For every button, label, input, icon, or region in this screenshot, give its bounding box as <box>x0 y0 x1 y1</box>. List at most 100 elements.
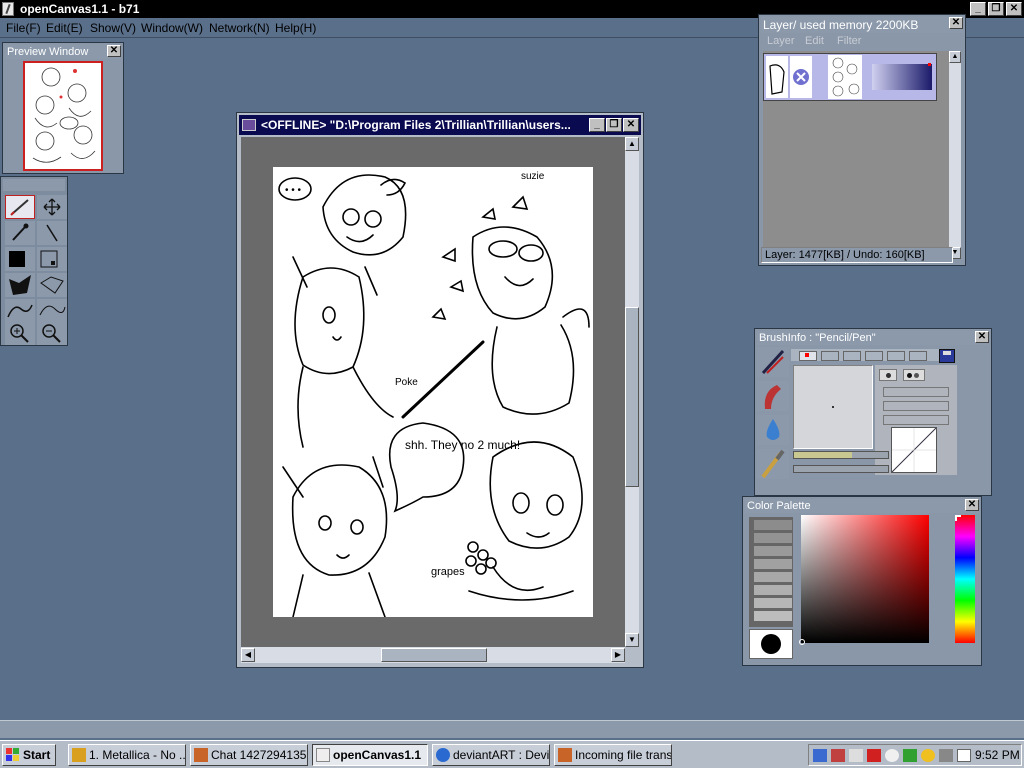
color-window-title[interactable]: Color Palette <box>745 499 979 513</box>
vertical-scrollbar[interactable]: ▲ ▼ <box>625 137 639 647</box>
grey-swatch[interactable] <box>753 571 793 583</box>
grey-swatch[interactable] <box>753 532 793 544</box>
zoom-in-tool[interactable] <box>5 321 35 345</box>
brush-param-slot[interactable] <box>883 415 949 425</box>
ati-tray-icon[interactable] <box>867 749 881 762</box>
close-button[interactable]: ✕ <box>1006 2 1022 16</box>
start-button[interactable]: Start <box>2 744 56 766</box>
brush-close-button[interactable]: ✕ <box>975 331 989 343</box>
grey-swatch[interactable] <box>753 519 793 531</box>
vertical-scroll-thumb[interactable] <box>625 307 639 487</box>
brush-tab[interactable] <box>865 351 883 361</box>
color-close-button[interactable]: ✕ <box>965 499 979 511</box>
scroll-right-icon[interactable]: ▶ <box>611 648 625 662</box>
preview-close-button[interactable]: ✕ <box>107 45 121 57</box>
brush-tab[interactable] <box>887 351 905 361</box>
layer-row[interactable] <box>763 53 937 101</box>
messenger-tray-icon[interactable] <box>903 749 917 762</box>
menu-show[interactable]: Show(V) <box>90 21 136 35</box>
brush-tab[interactable] <box>843 351 861 361</box>
line-tool[interactable] <box>37 221 67 245</box>
brush-pen-preset[interactable] <box>757 347 789 377</box>
brush-tab[interactable] <box>821 351 839 361</box>
brush-size-slider[interactable] <box>793 451 889 459</box>
selection-tool[interactable] <box>37 247 67 271</box>
layer-close-button[interactable]: ✕ <box>949 17 963 29</box>
canvas-area[interactable]: • • • suzie Poke shh. They no 2 much! gr… <box>241 137 625 647</box>
task-winamp[interactable]: 1. Metallica - No ... <box>68 744 186 766</box>
grey-swatch[interactable] <box>753 584 793 596</box>
task-opencanvas[interactable]: openCanvas1.1 <box>312 744 428 766</box>
task-file-transfer[interactable]: Incoming file trans... <box>554 744 672 766</box>
doc-close-button[interactable]: ✕ <box>623 118 639 132</box>
network-tray-icon[interactable] <box>813 749 827 762</box>
brush-param-slot[interactable] <box>883 401 949 411</box>
curve-select-tool[interactable] <box>37 299 67 323</box>
scroll-down-icon[interactable]: ▼ <box>625 633 639 647</box>
brush-shape-dots-icon[interactable] <box>903 369 925 381</box>
brush-eraser-preset[interactable] <box>757 449 789 479</box>
canvas-drawing[interactable]: • • • suzie Poke shh. They no 2 much! gr… <box>273 167 593 617</box>
current-color-box[interactable] <box>749 629 793 659</box>
horizontal-scroll-thumb[interactable] <box>381 648 487 662</box>
brush-preview[interactable] <box>793 365 873 449</box>
brush-save-icon[interactable] <box>939 349 955 363</box>
brush-shape-round-icon[interactable] <box>879 369 897 381</box>
smiley-tray-icon[interactable] <box>921 749 935 762</box>
brush-opacity-slider[interactable] <box>793 465 889 473</box>
layer-menu-layer[interactable]: Layer <box>767 35 795 47</box>
layer-visibility-icon[interactable] <box>766 56 788 98</box>
tools-title-bar[interactable] <box>3 179 65 191</box>
brush-water-preset[interactable] <box>757 415 789 445</box>
pencil-tool[interactable] <box>5 195 35 219</box>
brush-param-slot[interactable] <box>883 387 949 397</box>
layer-window-title[interactable]: Layer/ used memory 2200KB <box>761 17 963 33</box>
preview-thumbnail[interactable] <box>23 61 103 171</box>
curve-tool[interactable] <box>5 299 35 323</box>
brush-airbrush-preset[interactable] <box>757 381 789 411</box>
tool-tray-icon[interactable] <box>939 749 953 762</box>
grey-swatch[interactable] <box>753 558 793 570</box>
layer-menu-filter[interactable]: Filter <box>837 35 861 47</box>
brush-tab[interactable] <box>909 351 927 361</box>
brush-window-title[interactable]: BrushInfo : "Pencil/Pen" <box>757 331 989 345</box>
monitor-tray-icon[interactable] <box>831 749 845 762</box>
doc-minimize-button[interactable]: _ <box>589 118 605 132</box>
doc-restore-button[interactable]: ❐ <box>606 118 622 132</box>
zoom-out-tool[interactable] <box>37 321 67 345</box>
horizontal-scrollbar[interactable]: ◀ ▶ <box>241 647 625 663</box>
document-title-bar[interactable]: <OFFLINE> "D:\Program Files 2\Trillian\T… <box>239 115 641 135</box>
task-deviantart[interactable]: deviantART : Devi... <box>432 744 550 766</box>
polygon-fill-tool[interactable] <box>5 273 35 297</box>
scroll-up-icon[interactable]: ▲ <box>625 137 639 151</box>
preview-title[interactable]: Preview Window <box>5 45 121 59</box>
layer-menu-edit[interactable]: Edit <box>805 35 824 47</box>
grey-swatch[interactable] <box>753 545 793 557</box>
hue-slider[interactable] <box>955 515 975 643</box>
layer-scroll-up-icon[interactable]: ▲ <box>949 51 961 63</box>
restore-button[interactable]: ❐ <box>988 2 1004 16</box>
eyedropper-tool[interactable] <box>5 221 35 245</box>
mail-tray-icon[interactable] <box>957 749 971 762</box>
scroll-left-icon[interactable]: ◀ <box>241 648 255 662</box>
color-picker-square[interactable] <box>799 515 929 645</box>
grey-swatch[interactable] <box>753 597 793 609</box>
menu-edit[interactable]: Edit(E) <box>46 21 83 35</box>
task-chat[interactable]: Chat 1427294135... <box>190 744 308 766</box>
menu-file[interactable]: File(F) <box>6 21 41 35</box>
layer-delete-icon[interactable] <box>790 56 812 98</box>
volume-tray-icon[interactable] <box>849 749 863 762</box>
grey-swatch[interactable] <box>753 610 793 622</box>
fill-color-tool[interactable] <box>5 247 35 271</box>
clock[interactable]: 9:52 PM <box>975 748 1020 762</box>
minimize-button[interactable]: _ <box>970 2 986 16</box>
polygon-select-tool[interactable] <box>37 273 67 297</box>
menu-window[interactable]: Window(W) <box>141 21 203 35</box>
mouse-tray-icon[interactable] <box>885 749 899 762</box>
layer-scrollbar[interactable]: ▲ ▼ <box>949 51 961 259</box>
menu-help[interactable]: Help(H) <box>275 21 316 35</box>
move-tool[interactable] <box>37 195 67 219</box>
layer-opacity-gradient[interactable] <box>872 64 932 90</box>
layer-thumbnail[interactable] <box>828 55 862 99</box>
menu-network[interactable]: Network(N) <box>209 21 270 35</box>
